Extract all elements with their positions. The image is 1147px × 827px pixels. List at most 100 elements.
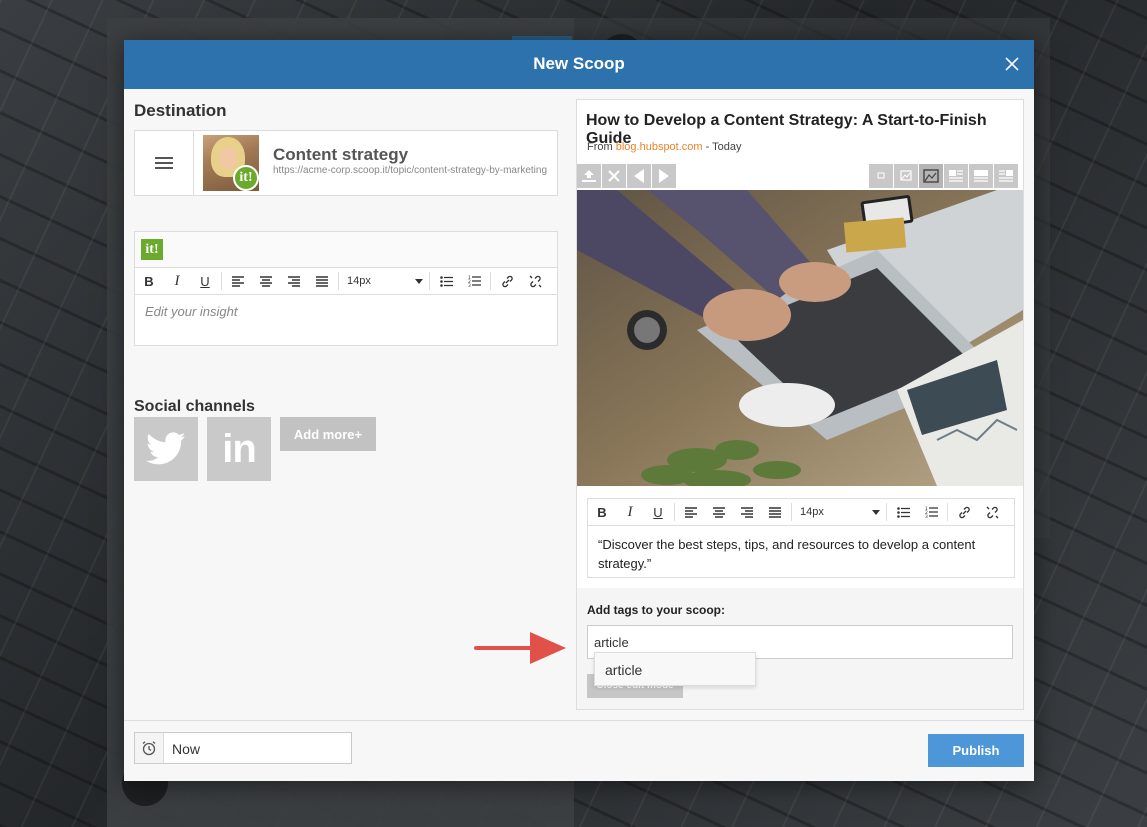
quote-numbered-list-button[interactable]: 123 <box>917 499 945 525</box>
quote-align-center-button[interactable] <box>705 499 733 525</box>
alarm-clock-icon <box>142 741 156 756</box>
quote-bold-button[interactable]: B <box>588 499 616 525</box>
tags-label: Add tags to your scoop: <box>587 603 725 617</box>
schedule-field[interactable]: Now <box>134 732 352 764</box>
article-preview: How to Develop a Content Strategy: A Sta… <box>576 99 1024 710</box>
image-size-small-button[interactable] <box>869 164 893 188</box>
quote-justify-button[interactable] <box>761 499 789 525</box>
bold-button[interactable]: B <box>135 268 163 294</box>
quote-align-left-button[interactable] <box>677 499 705 525</box>
svg-text:3: 3 <box>468 283 471 287</box>
destination-selector[interactable]: it! Content strategy https://acme-corp.s… <box>134 130 558 196</box>
close-icon[interactable] <box>1002 54 1022 74</box>
align-right-button[interactable] <box>280 268 308 294</box>
insight-editor-header: it! <box>135 232 557 268</box>
insert-link-button[interactable] <box>493 268 521 294</box>
article-quote[interactable]: “Discover the best steps, tips, and reso… <box>598 535 1000 573</box>
article-source: From blog.hubspot.com - Today <box>587 141 742 153</box>
destination-menu-button[interactable] <box>135 131 194 195</box>
justify-icon <box>769 506 781 518</box>
numbered-list-icon: 123 <box>468 275 481 287</box>
upload-image-button[interactable] <box>577 164 601 188</box>
article-image <box>577 190 1023 486</box>
link-icon <box>958 506 970 518</box>
social-channels-heading: Social channels <box>134 398 255 415</box>
tags-section: Add tags to your scoop: Close edit mode … <box>577 588 1023 709</box>
align-center-icon <box>260 275 272 287</box>
linkedin-icon: in <box>222 426 257 471</box>
quote-align-right-button[interactable] <box>733 499 761 525</box>
numbered-list-button[interactable]: 123 <box>460 268 488 294</box>
italic-button[interactable]: I <box>163 268 191 294</box>
scoopit-badge-icon: it! <box>233 165 259 191</box>
image-left-layout-button[interactable] <box>944 164 968 188</box>
font-size-select[interactable]: 14px <box>341 270 427 292</box>
align-right-icon <box>741 506 753 518</box>
insight-editor: it! B I U 14px 1 2 3 Edit your insight <box>134 231 558 346</box>
quote-underline-button[interactable]: U <box>644 499 672 525</box>
quote-bullet-list-button[interactable] <box>889 499 917 525</box>
quote-font-size-select[interactable]: 14px <box>794 501 884 523</box>
caret-down-icon <box>872 509 880 515</box>
topic-name: Content strategy <box>273 145 409 164</box>
bullet-list-icon <box>439 275 453 287</box>
underline-button[interactable]: U <box>191 268 219 294</box>
justify-icon <box>316 275 328 287</box>
svg-text:3: 3 <box>925 514 928 518</box>
remove-icon <box>608 170 620 182</box>
image-size-medium-button[interactable] <box>894 164 918 188</box>
add-more-channels-button[interactable]: Add more+ <box>280 417 376 451</box>
quote-editor: B I U 14px 1 2 3 “Discover the best step… <box>587 498 1015 578</box>
source-link[interactable]: blog.hubspot.com <box>616 141 703 153</box>
topic-url: https://acme-corp.scoop.it/topic/content… <box>273 165 548 176</box>
numbered-list-icon: 123 <box>925 506 938 518</box>
layout-top-icon <box>974 170 988 182</box>
twitter-channel-button[interactable] <box>134 417 198 481</box>
source-date: - Today <box>705 141 742 153</box>
modal-header: New Scoop <box>124 40 1034 89</box>
left-column: Destination it! Content strategy https:/… <box>134 89 558 719</box>
justify-button[interactable] <box>308 268 336 294</box>
topic-thumbnail: it! <box>203 135 259 191</box>
align-left-icon <box>232 275 244 287</box>
laptop-photo <box>577 190 1023 486</box>
destination-heading: Destination <box>134 101 227 120</box>
new-scoop-modal: New Scoop Destination it! Content strate… <box>124 40 1034 781</box>
triangle-right-icon <box>659 169 669 183</box>
unlink-icon <box>986 506 998 518</box>
source-prefix: From <box>587 141 613 153</box>
modal-title: New Scoop <box>533 54 625 73</box>
quote-remove-link-button[interactable] <box>978 499 1006 525</box>
image-medium-icon <box>900 170 912 181</box>
quote-italic-button[interactable]: I <box>616 499 644 525</box>
image-top-layout-button[interactable] <box>969 164 993 188</box>
image-right-layout-button[interactable] <box>994 164 1018 188</box>
publish-button[interactable]: Publish <box>928 734 1024 767</box>
align-left-button[interactable] <box>224 268 252 294</box>
link-icon <box>501 275 513 287</box>
image-size-large-button[interactable] <box>919 164 943 188</box>
unlink-icon <box>529 275 541 287</box>
layout-right-icon <box>999 170 1013 182</box>
tag-suggestion-item[interactable]: article <box>594 652 756 686</box>
quote-insert-link-button[interactable] <box>950 499 978 525</box>
schedule-clock-button[interactable] <box>135 733 164 763</box>
annotation-arrow-icon <box>474 632 566 664</box>
bullet-list-icon <box>896 506 910 518</box>
bullet-list-button[interactable] <box>432 268 460 294</box>
align-left-icon <box>685 506 697 518</box>
remove-link-button[interactable] <box>521 268 549 294</box>
upload-icon <box>582 170 596 182</box>
caret-down-icon <box>415 278 423 284</box>
image-toolbar <box>577 164 1023 189</box>
remove-image-button[interactable] <box>602 164 626 188</box>
insight-placeholder[interactable]: Edit your insight <box>145 304 238 319</box>
image-small-icon <box>877 172 885 179</box>
previous-image-button[interactable] <box>627 164 651 188</box>
modal-footer: Now Publish <box>124 720 1034 781</box>
quote-font-size-value: 14px <box>800 506 824 518</box>
triangle-left-icon <box>634 169 644 183</box>
linkedin-channel-button[interactable]: in <box>207 417 271 481</box>
next-image-button[interactable] <box>652 164 676 188</box>
align-center-button[interactable] <box>252 268 280 294</box>
